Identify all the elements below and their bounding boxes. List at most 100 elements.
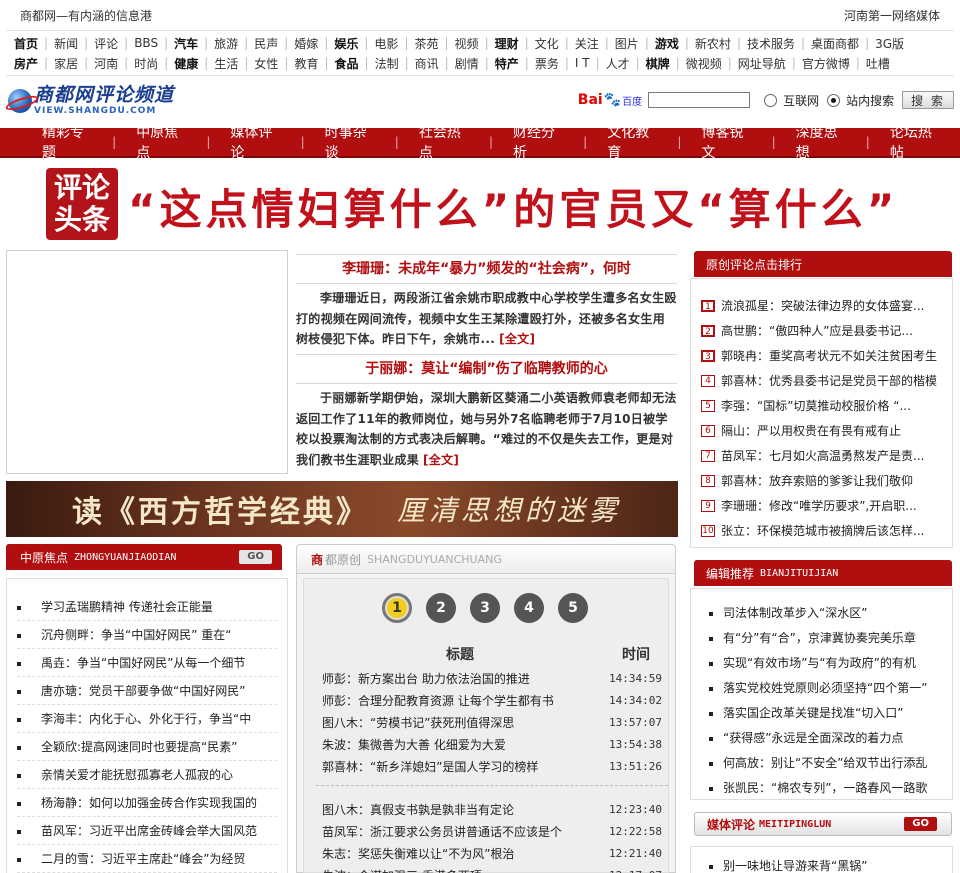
channel-link[interactable]: 票务 xyxy=(535,55,559,72)
ranking-item[interactable]: 5 李强：“国标”切莫推动校服价格 “... xyxy=(701,393,952,418)
section-tab[interactable]: 时事杂谈 xyxy=(305,122,395,162)
table-row[interactable]: 苗凤军：浙江要求公务员讲普通话不应该是个 12:22:58 xyxy=(316,820,668,842)
list-item[interactable]: 落实党校姓党原则必须坚持“四个第一” xyxy=(691,676,952,701)
channel-link[interactable]: 电影 xyxy=(374,35,398,52)
channel-link[interactable]: 人才 xyxy=(606,55,630,72)
ranking-item[interactable]: 8 郭喜林：放弃索赔的爹爹让我们敬仰 xyxy=(701,468,952,493)
table-row[interactable]: 师彭：合理分配教育资源 让每个学生都有书 14:34:02 xyxy=(316,689,668,711)
channel-link[interactable]: 文化 xyxy=(535,35,559,52)
channel-link[interactable]: 婚嫁 xyxy=(294,35,318,52)
channel-link[interactable]: 教育 xyxy=(294,55,318,72)
channel-link[interactable]: 时尚 xyxy=(134,55,158,72)
list-item[interactable]: 实现“有效市场”与“有为政府”的有机 xyxy=(691,651,952,676)
channel-link[interactable]: 家居 xyxy=(54,55,78,72)
list-item[interactable]: 张凯民：“棉农专列”，一路春风一路歌 xyxy=(691,776,952,801)
list-item[interactable]: 全颖欣:提高网速同时也要提高“民素” xyxy=(7,733,287,761)
list-item[interactable]: 别一味地让导游来背“黑锅” xyxy=(691,847,952,873)
section-tab[interactable]: 社会热点 xyxy=(399,122,489,162)
list-item[interactable]: 亲情关爱才能抚慰孤寡老人孤寂的心 xyxy=(7,761,287,789)
channel-link[interactable]: 商讯 xyxy=(415,55,439,72)
ranking-item[interactable]: 4 郭喜林：优秀县委书记是党员干部的楷模 xyxy=(701,368,952,393)
ranking-item-title[interactable]: 高世鹏：“傲四种人”应是县委书记... xyxy=(721,322,913,339)
channel-link[interactable]: 视频 xyxy=(455,35,479,52)
list-item[interactable]: 李海丰：内化于心、外化于行，争当“中 xyxy=(7,705,287,733)
story-title[interactable]: 李珊珊：未成年“暴力”频发的“社会病”，何时 xyxy=(296,254,677,284)
ranking-item-title[interactable]: 郭喜林：放弃索赔的爹爹让我们敬仰 xyxy=(721,472,913,489)
site-logo[interactable]: 商都网评论频道 VIEW.SHANGDU.COM xyxy=(8,84,174,118)
section-tab[interactable]: 精彩专题 xyxy=(22,122,112,162)
section-tab[interactable]: 媒体评论 xyxy=(210,122,300,162)
ranking-item[interactable]: 7 苗凤军：七月如火高温勇熬发产是责... xyxy=(701,443,952,468)
section-tab[interactable]: 中原焦点 xyxy=(116,122,206,162)
table-row[interactable]: 师彭：新方案出台 助力依法治国的推进 14:34:59 xyxy=(316,667,668,689)
row-title[interactable]: 朱波：合谋加强三 香港多两项 xyxy=(316,867,604,873)
channel-link[interactable]: 网址导航 xyxy=(738,55,786,72)
list-item[interactable]: 司法体制改革步入“深水区” xyxy=(691,601,952,626)
channel-link[interactable]: 旅游 xyxy=(214,35,238,52)
list-item[interactable]: 有“分”有“合”，京津冀协奏完美乐章 xyxy=(691,626,952,651)
channel-link[interactable]: 食品 xyxy=(335,55,359,72)
list-item[interactable]: 杨海静：如何以加强金砖合作实现我国的 xyxy=(7,789,287,817)
section-tab[interactable]: 论坛热帖 xyxy=(870,122,960,162)
channel-link[interactable]: 剧情 xyxy=(455,55,479,72)
channel-link[interactable]: I T xyxy=(575,56,590,70)
list-item[interactable]: 何高放：别让“不安全”给双节出行添乱 xyxy=(691,751,952,776)
list-item[interactable]: 禹垚：争当“中国好网民”从每一个细节 xyxy=(7,649,287,677)
list-item[interactable]: “获得感”永远是全面深改的着力点 xyxy=(691,726,952,751)
row-title[interactable]: 图八木：“劳模书记”获死刑值得深思 xyxy=(316,714,604,731)
row-title[interactable]: 郭喜林：“新乡洋媳妇”是国人学习的榜样 xyxy=(316,758,604,775)
ranking-item[interactable]: 2 高世鹏：“傲四种人”应是县委书记... xyxy=(701,318,952,343)
channel-link[interactable]: 3G版 xyxy=(875,35,904,52)
channel-link[interactable]: 理财 xyxy=(495,35,519,52)
page-button[interactable]: 3 xyxy=(470,593,500,623)
channel-link[interactable]: 官方微博 xyxy=(802,55,850,72)
row-title[interactable]: 朱波：集微善为大善 化细爱为大爱 xyxy=(316,736,604,753)
channel-link[interactable]: 技术服务 xyxy=(747,35,795,52)
channel-link[interactable]: 茶苑 xyxy=(414,35,438,52)
table-row[interactable]: 朱波：合谋加强三 香港多两项12:17:07 xyxy=(316,864,668,873)
ranking-item[interactable]: 9 李珊珊：修改“唯学历要求”,开启职... xyxy=(701,493,952,518)
ranking-item-title[interactable]: 李强：“国标”切莫推动校服价格 “... xyxy=(721,397,911,414)
go-button[interactable]: GO xyxy=(239,550,272,564)
channel-link[interactable]: 娱乐 xyxy=(334,35,358,52)
go-button[interactable]: GO xyxy=(904,817,937,831)
channel-link[interactable]: 健康 xyxy=(174,55,198,72)
channel-link[interactable]: 桌面商都 xyxy=(811,35,859,52)
table-row[interactable]: 郭喜林：“新乡洋媳妇”是国人学习的榜样 13:51:26 xyxy=(316,755,668,777)
image-slideshow[interactable] xyxy=(6,250,288,474)
list-item[interactable]: 苗风军：习近平出席金砖峰会举大国风范 xyxy=(7,817,287,845)
read-more-link[interactable]: [全文] xyxy=(499,332,535,346)
list-item[interactable]: 唐亦瑭：党员干部要争做“中国好网民” xyxy=(7,677,287,705)
ranking-item-title[interactable]: 苗凤军：七月如火高温勇熬发产是责... xyxy=(721,447,924,464)
channel-link[interactable]: 首页 xyxy=(14,35,38,52)
row-title[interactable]: 图八木：真假支书孰是孰非当有定论 xyxy=(316,801,604,818)
list-item[interactable]: 沉舟侧畔：争当“中国好网民” 重在“ xyxy=(7,621,287,649)
row-title[interactable]: 朱志：奖惩失衡难以让“不为风”根治 xyxy=(316,845,604,862)
channel-link[interactable]: 汽车 xyxy=(174,35,198,52)
list-item[interactable]: 落实国企改革关键是找准“切入口” xyxy=(691,701,952,726)
ad-banner-philosophy[interactable]: 读《西方哲学经典》 厘清思想的迷雾 xyxy=(6,481,678,537)
table-row[interactable]: 朱志：奖惩失衡难以让“不为风”根治 12:21:40 xyxy=(316,842,668,864)
page-button[interactable]: 4 xyxy=(514,593,544,623)
page-button[interactable]: 1 xyxy=(382,593,412,623)
table-row[interactable]: 朱波：集微善为大善 化细爱为大爱 13:54:38 xyxy=(316,733,668,755)
table-row[interactable]: 图八木：“劳模书记”获死刑值得深思 13:57:07 xyxy=(316,711,668,733)
ranking-item-title[interactable]: 李珊珊：修改“唯学历要求”,开启职... xyxy=(721,497,917,514)
section-tab[interactable]: 博客锐文 xyxy=(681,122,771,162)
page-button[interactable]: 2 xyxy=(426,593,456,623)
ranking-item-title[interactable]: 张立：环保模范城市被摘牌后该怎样... xyxy=(721,522,924,539)
row-title[interactable]: 苗凤军：浙江要求公务员讲普通话不应该是个 xyxy=(316,823,604,840)
row-title[interactable]: 师彭：新方案出台 助力依法治国的推进 xyxy=(316,670,604,687)
ranking-item-title[interactable]: 隔山：严以用权贵在有畏有戒有止 xyxy=(721,422,901,439)
search-button[interactable]: 搜 索 xyxy=(902,91,954,109)
channel-link[interactable]: 新闻 xyxy=(54,35,78,52)
search-input[interactable] xyxy=(648,92,751,108)
channel-link[interactable]: 女性 xyxy=(254,55,278,72)
channel-link[interactable]: 关注 xyxy=(575,35,599,52)
channel-link[interactable]: 评论 xyxy=(94,35,118,52)
ranking-item[interactable]: 10 张立：环保模范城市被摘牌后该怎样... xyxy=(701,518,952,543)
story-title[interactable]: 于丽娜：莫让“编制”伤了临聘教师的心 xyxy=(296,354,677,384)
ranking-item-title[interactable]: 郭晓冉：重奖高考状元不如关注贫困考生 xyxy=(721,347,937,364)
radio-internet-dot[interactable] xyxy=(764,93,778,107)
radio-internet[interactable]: 互联网 xyxy=(764,92,819,109)
